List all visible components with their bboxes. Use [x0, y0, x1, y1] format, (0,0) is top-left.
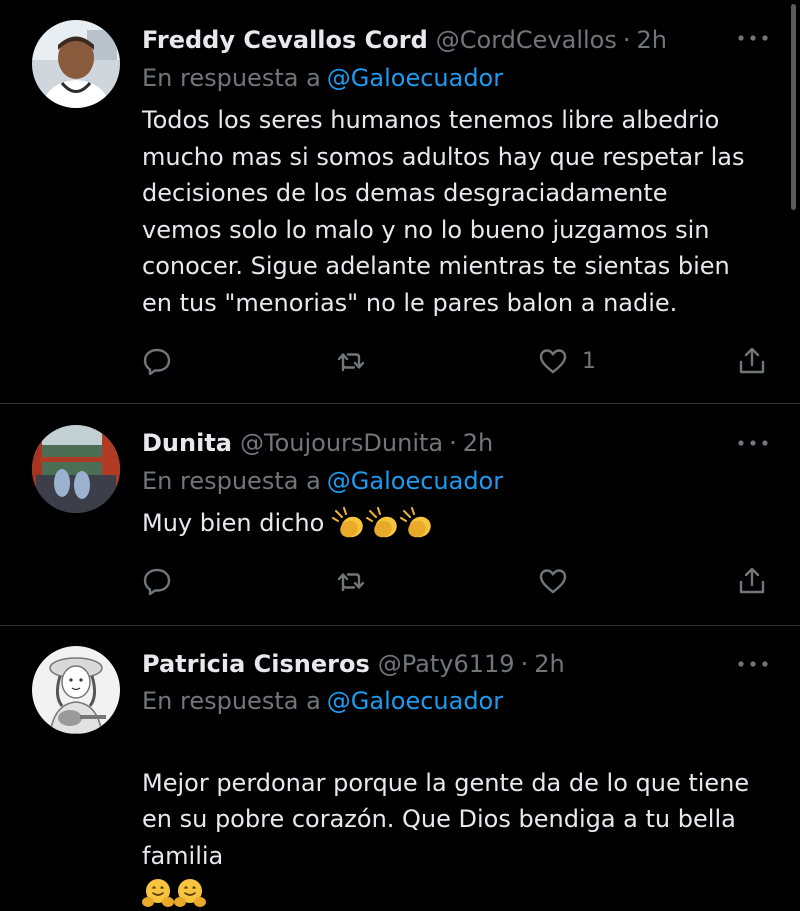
reply-mention-link[interactable]: @Galoecuador — [327, 687, 503, 715]
display-name[interactable]: Patricia Cisneros — [142, 650, 370, 678]
reply-prefix: En respuesta a — [142, 64, 321, 92]
heart-icon — [539, 569, 567, 594]
avatar[interactable] — [32, 646, 120, 734]
separator-dot: · — [449, 429, 457, 457]
more-options-icon[interactable] — [736, 433, 770, 453]
tweet-text: Muy bien dicho — [142, 509, 325, 537]
retweet-icon — [337, 353, 365, 372]
reply-prefix: En respuesta a — [142, 467, 321, 495]
retweet-button[interactable] — [336, 561, 366, 601]
reply-context: En respuesta a @Galoecuador — [142, 687, 503, 715]
share-icon — [739, 347, 765, 374]
like-count: 1 — [582, 348, 596, 374]
reply-button[interactable] — [142, 341, 172, 381]
retweet-icon — [337, 573, 365, 592]
share-button[interactable] — [737, 341, 767, 381]
hugging-face-icon — [174, 879, 206, 907]
more-options-icon[interactable] — [736, 28, 770, 48]
tweet-text: Todos los seres humanos tenemos libre al… — [142, 106, 745, 317]
clapping-hands-icon — [331, 507, 363, 538]
clapping-hands-icon — [399, 507, 431, 538]
like-button[interactable] — [538, 561, 568, 601]
timestamp[interactable]: 2h — [534, 650, 564, 678]
tweet-text-container: Mejor perdonar porque la gente da de lo … — [142, 728, 782, 911]
tweet-patricia[interactable]: Patricia Cisneros @Paty6119 · 2h En resp… — [0, 644, 800, 907]
timestamp[interactable]: 2h — [463, 429, 493, 457]
separator-dot: · — [520, 650, 529, 678]
timestamp[interactable]: 2h — [636, 26, 666, 54]
tweet-text-container: Muy bien dicho — [142, 505, 782, 542]
hugging-face-icon — [142, 879, 174, 907]
avatar[interactable] — [32, 425, 120, 513]
reply-mention-link[interactable]: @Galoecuador — [327, 467, 503, 495]
share-button[interactable] — [737, 561, 767, 601]
reply-prefix: En respuesta a — [142, 687, 321, 715]
divider — [0, 625, 800, 626]
more-options-icon[interactable] — [736, 654, 770, 674]
action-bar: 1 — [0, 341, 800, 381]
reply-context: En respuesta a @Galoecuador — [142, 64, 503, 92]
like-button[interactable]: 1 — [538, 341, 596, 381]
tweet-header: Freddy Cevallos Cord @CordCevallos · 2h — [142, 20, 667, 60]
action-bar — [0, 561, 800, 601]
display-name[interactable]: Freddy Cevallos Cord — [142, 26, 428, 54]
user-handle[interactable]: @Paty6119 — [378, 650, 515, 678]
retweet-button[interactable] — [336, 341, 366, 381]
tweet-dunita[interactable]: Dunita @ToujoursDunita · 2h En respuesta… — [0, 423, 800, 613]
divider — [0, 403, 800, 404]
avatar[interactable] — [32, 20, 120, 108]
separator-dot: · — [622, 26, 631, 54]
tweet-header: Patricia Cisneros @Paty6119 · 2h — [142, 644, 565, 684]
reply-icon — [143, 348, 171, 376]
user-handle[interactable]: @CordCevallos — [436, 26, 617, 54]
user-handle[interactable]: @ToujoursDunita — [240, 429, 443, 457]
reply-context: En respuesta a @Galoecuador — [142, 467, 503, 495]
tweet-text: Mejor perdonar porque la gente da de lo … — [142, 768, 750, 870]
reply-icon — [143, 568, 171, 596]
share-icon — [739, 567, 765, 594]
heart-icon — [539, 349, 567, 374]
clapping-hands-icon — [365, 507, 397, 538]
reply-mention-link[interactable]: @Galoecuador — [327, 64, 503, 92]
display-name[interactable]: Dunita — [142, 429, 232, 457]
reply-button[interactable] — [142, 561, 172, 601]
tweet-freddy[interactable]: Freddy Cevallos Cord @CordCevallos · 2h … — [0, 18, 800, 388]
tweet-header: Dunita @ToujoursDunita · 2h — [142, 423, 493, 463]
